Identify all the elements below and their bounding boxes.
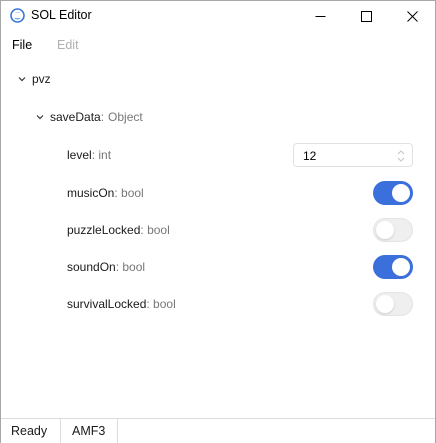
tree-view: pvz saveData: Object level: int 12 music… [1,61,435,417]
toggle-knob [392,258,410,276]
chevron-down-icon[interactable] [35,112,45,122]
soundon-toggle[interactable] [373,255,413,279]
tree-node-name: pvz [32,72,51,86]
close-button[interactable] [389,1,435,31]
property-key: soundOn [67,260,116,274]
survivallocked-toggle[interactable] [373,292,413,316]
status-text: Ready [11,424,48,438]
tree-node-name: saveData [50,110,101,124]
property-label: puzzleLocked: bool [67,223,170,237]
minimize-button[interactable] [297,1,343,31]
property-label: survivalLocked: bool [67,297,176,311]
tree-node-savedata[interactable]: saveData: Object [35,107,143,127]
toggle-knob [376,295,394,313]
tree-node-root[interactable]: pvz [17,69,51,89]
status-bar: Ready AMF3 [1,418,435,443]
property-label: musicOn: bool [67,186,144,200]
property-key: survivalLocked [67,297,147,311]
toggle-knob [392,184,410,202]
menu-edit[interactable]: Edit [57,38,79,52]
property-row-musicon: musicOn: bool [67,180,417,206]
tree-node-type-sep: : [100,110,105,124]
property-row-level: level: int 12 [67,142,417,168]
format-indicator: AMF3 [72,424,106,438]
status-divider [60,419,61,443]
menu-bar: File Edit [1,33,435,57]
property-label: level: int [67,148,112,162]
app-logo-icon [10,8,25,23]
toggle-knob [376,221,394,239]
maximize-button[interactable] [343,1,389,31]
property-type: bool [121,186,144,200]
property-key: puzzleLocked [67,223,141,237]
tree-node-type: Object [108,110,143,124]
minimize-icon [315,15,325,17]
property-label: soundOn: bool [67,260,146,274]
property-row-puzzlelocked: puzzleLocked: bool [67,217,417,243]
property-key: musicOn [67,186,115,200]
chevron-down-icon[interactable] [17,74,27,84]
musicon-toggle[interactable] [373,181,413,205]
app-window: SOL Editor File Edit pvz saveData: Obje… [0,0,436,443]
menu-file[interactable]: File [12,38,32,52]
status-divider [117,419,118,443]
property-type: bool [122,260,146,274]
puzzlelocked-toggle[interactable] [373,218,413,242]
close-icon [406,10,418,22]
property-key: level [67,148,92,162]
property-type: bool [153,297,176,311]
maximize-icon [360,10,372,22]
property-type: bool [147,223,170,237]
spinner-arrows-icon[interactable] [396,149,406,163]
level-value: 12 [303,149,317,163]
property-row-survivallocked: survivalLocked: bool [67,291,417,317]
window-title: SOL Editor [31,8,92,22]
level-number-input[interactable]: 12 [293,143,413,167]
title-bar: SOL Editor [1,1,435,31]
property-type: int [98,148,112,162]
property-row-soundon: soundOn: bool [67,254,417,280]
